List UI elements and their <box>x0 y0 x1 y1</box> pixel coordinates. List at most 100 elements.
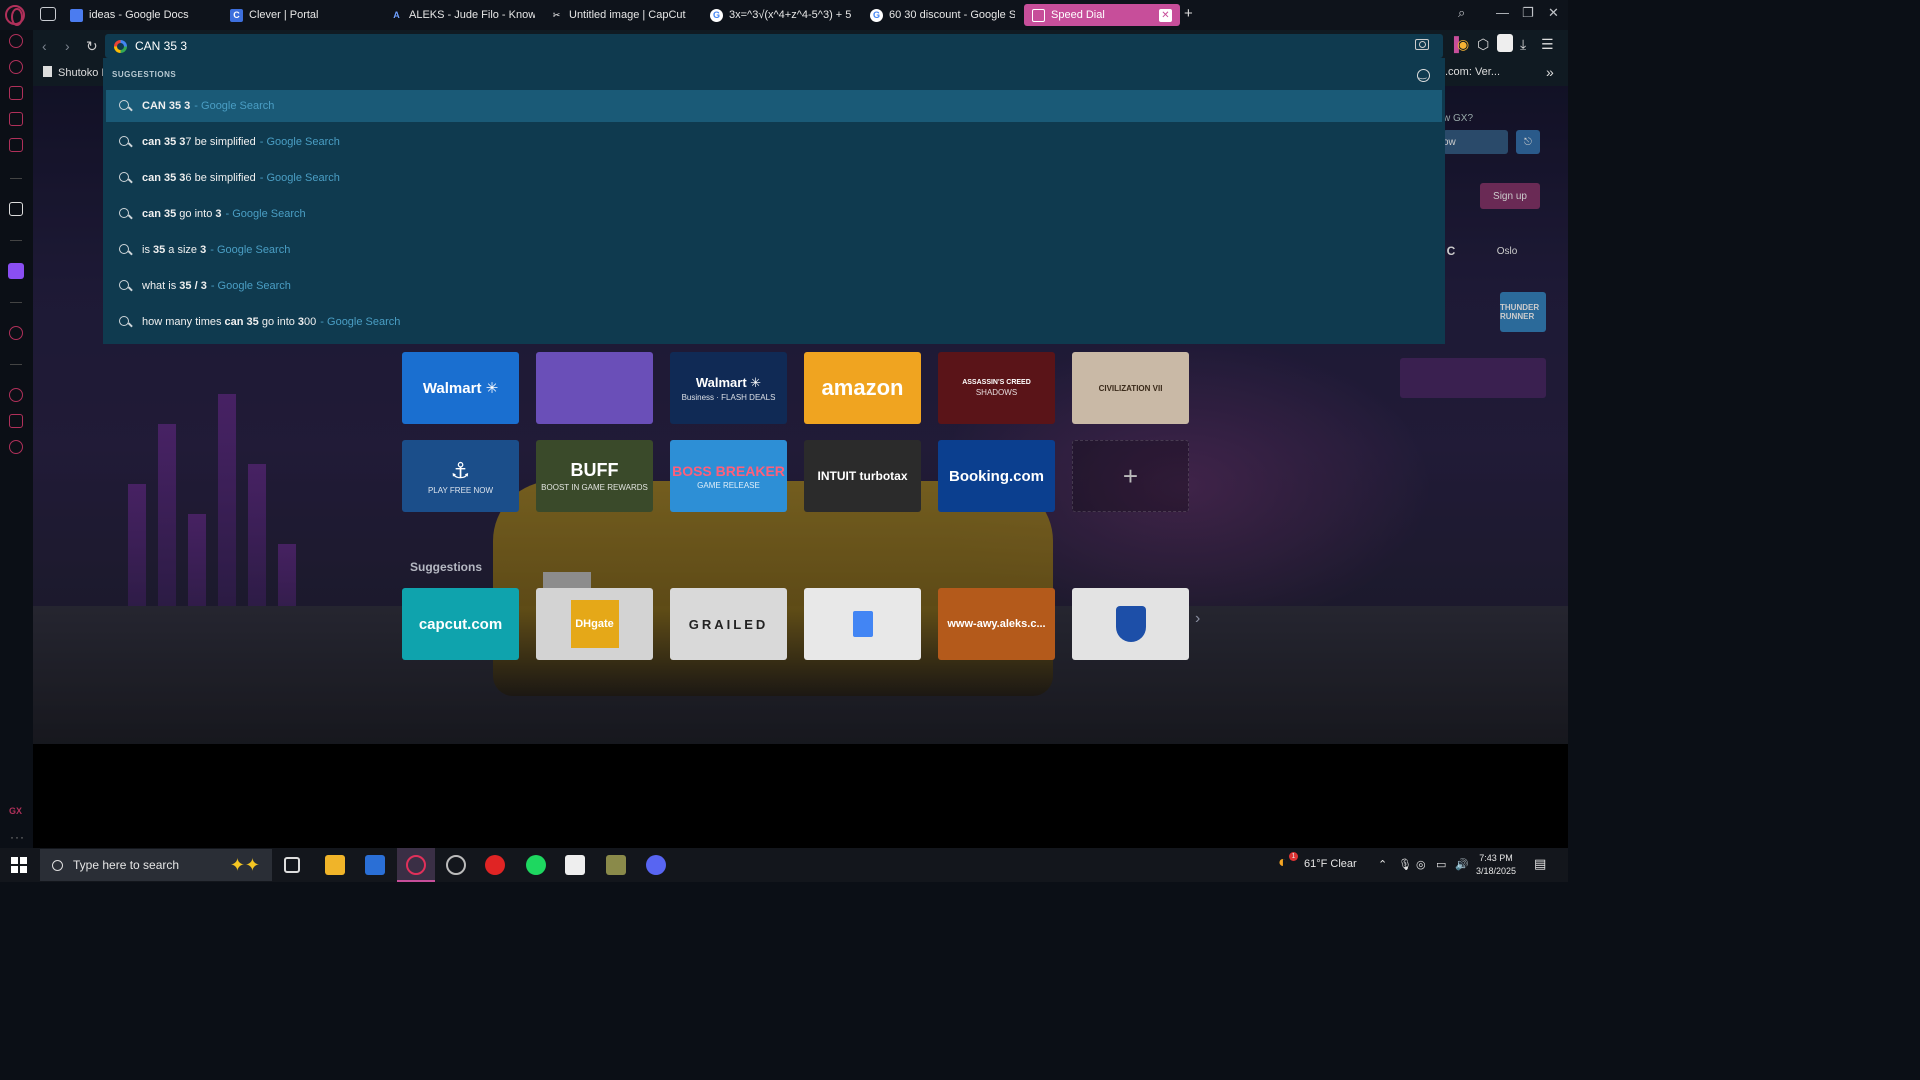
tile-amazon[interactable]: amazon <box>804 352 921 424</box>
suggestion-item[interactable]: is 35 a size 3- Google Search <box>106 234 1442 266</box>
promo-tile[interactable] <box>1400 358 1546 398</box>
minimize-icon[interactable]: — <box>1496 5 1509 20</box>
download-icon[interactable]: ⤓ <box>1520 36 1526 53</box>
tile-google-docs[interactable] <box>804 588 921 660</box>
volume-icon[interactable]: 🔊 <box>1455 858 1469 871</box>
address-bar[interactable] <box>105 34 1443 58</box>
suggestion-source: - Google Search <box>320 316 401 328</box>
taskbar-search[interactable]: Type here to search ✦✦ <box>40 849 272 881</box>
tab-speed-dial[interactable]: Speed Dial ✕ <box>1024 4 1180 26</box>
player-icon[interactable] <box>9 326 23 340</box>
thunder-runner-tile[interactable]: THUNDER RUNNER <box>1500 292 1546 332</box>
add-speed-dial-button[interactable]: + <box>1072 440 1189 512</box>
youtube-icon[interactable] <box>485 855 505 875</box>
gear-app-icon[interactable] <box>446 855 466 875</box>
suggestion-item[interactable]: how many times can 35 go into 300 - Googl… <box>106 306 1442 338</box>
tile-shield[interactable] <box>1072 588 1189 660</box>
tile-aleks[interactable]: www-awy.aleks.c... <box>938 588 1055 660</box>
tile-assassins-creed[interactable]: ASSASSIN'S CREED SHADOWS <box>938 352 1055 424</box>
webcam-icon[interactable]: ◎ <box>1416 858 1426 871</box>
arc-icon[interactable] <box>9 202 23 216</box>
extensions-icon[interactable] <box>9 414 23 428</box>
tile-grailed[interactable]: GRAILED <box>670 588 787 660</box>
menu-icon[interactable]: ☰ <box>1541 36 1554 53</box>
weather-icon[interactable]: ◐ <box>1278 854 1288 872</box>
suggestion-item[interactable]: can 35 36 be simplified - Google Search <box>106 162 1442 194</box>
tab-capcut[interactable]: ✂ Untitled image | CapCut <box>550 4 700 26</box>
back-icon[interactable]: ‹ <box>42 38 47 54</box>
spotify-icon[interactable] <box>526 855 546 875</box>
tile-booking[interactable]: Booking.com <box>938 440 1055 512</box>
new-tab-button[interactable]: + <box>1184 6 1193 21</box>
more-icon[interactable]: ··· <box>10 830 25 844</box>
forward-icon[interactable]: › <box>65 38 70 54</box>
suggestion-text: can 35 <box>142 208 177 220</box>
tile-game-cat[interactable] <box>536 352 653 424</box>
game-app-icon[interactable] <box>606 855 626 875</box>
tab-clever[interactable]: C Clever | Portal <box>230 4 370 26</box>
music-player-icon[interactable] <box>9 138 23 152</box>
tile-buff[interactable]: BUFF BOOST IN GAME REWARDS <box>536 440 653 512</box>
ext-icon[interactable]: ◉ <box>1457 36 1469 53</box>
tab-google-docs[interactable]: ideas - Google Docs <box>70 4 220 26</box>
network-icon[interactable]: ▭ <box>1436 858 1446 871</box>
reload-icon[interactable]: ↻ <box>86 38 98 55</box>
gx-control-icon[interactable] <box>9 34 23 48</box>
cube-icon[interactable]: ⬡ <box>1477 36 1489 53</box>
suggestion-item[interactable]: can 35 37 be simplified - Google Search <box>106 126 1442 158</box>
suggestion-item[interactable]: what is 35 / 3- Google Search <box>106 270 1442 302</box>
emoji-icon[interactable] <box>1417 69 1430 82</box>
windows-start-icon[interactable] <box>11 857 27 873</box>
settings-icon[interactable] <box>9 440 23 454</box>
clock[interactable]: 7:43 PM 3/18/2025 <box>1476 852 1516 878</box>
tile-civilization[interactable]: CIVILIZATION VII <box>1072 352 1189 424</box>
gx-store-icon[interactable] <box>9 86 23 100</box>
tray-up-icon[interactable]: ⌃ <box>1378 858 1387 871</box>
gx-corner-icon[interactable] <box>9 60 23 74</box>
signup-button[interactable]: Sign up <box>1480 183 1540 209</box>
store-icon[interactable] <box>365 855 385 875</box>
tab-google-equation[interactable]: G 3x=^3√(x^4+z^4-5^3) + 5 <box>710 4 855 26</box>
call-of-duty-icon[interactable] <box>565 855 585 875</box>
gx-now-button[interactable]: ow <box>1443 130 1508 154</box>
suggestion-text: 3 <box>200 244 207 256</box>
discord-icon[interactable] <box>646 855 666 875</box>
opera-gx-logo-icon[interactable] <box>5 5 25 26</box>
notifications-icon[interactable]: ▤ <box>1534 856 1546 872</box>
tile-walmart-business[interactable]: Walmart ✳ Business · FLASH DEALS <box>670 352 787 424</box>
tile-capcut[interactable]: capcut.com <box>402 588 519 660</box>
camera-icon[interactable] <box>1415 39 1429 50</box>
restore-icon[interactable]: ❐ <box>1522 5 1534 21</box>
close-window-icon[interactable]: ✕ <box>1548 5 1559 21</box>
tab-aleks[interactable]: A ALEKS - Jude Filo - Knowl <box>390 4 535 26</box>
twitch-icon[interactable] <box>8 263 24 279</box>
suggestion-item[interactable]: CAN 35 3 - Google Search <box>106 90 1442 122</box>
microphone-icon[interactable]: 🎙 <box>1398 858 1412 871</box>
task-view-icon[interactable] <box>284 857 300 873</box>
tile-turbotax[interactable]: INTUIT turbotax <box>804 440 921 512</box>
suggestion-text: 35 / 3 <box>179 280 207 292</box>
profile-avatar[interactable] <box>1497 34 1513 52</box>
tile-boss-breaker[interactable]: BOSS BREAKER GAME RELEASE <box>670 440 787 512</box>
address-input[interactable] <box>135 39 1335 53</box>
history-icon[interactable] <box>9 388 23 402</box>
tile-walmart[interactable]: Walmart ✳ <box>402 352 519 424</box>
bookmark-item[interactable]: Shutoko I <box>43 66 104 79</box>
search-icon <box>118 243 132 257</box>
tab-google-discount[interactable]: G 60 30 discount - Google S <box>870 4 1015 26</box>
share-icon[interactable]: ⎋ <box>1516 130 1540 154</box>
opera-gx-icon[interactable] <box>406 855 426 875</box>
file-explorer-icon[interactable] <box>325 855 345 875</box>
workspaces-icon[interactable] <box>40 7 56 21</box>
gx-tracker-icon[interactable] <box>9 112 23 126</box>
tile-dhgate[interactable]: DHgate <box>536 588 653 660</box>
suggestion-item[interactable]: can 35 go into 3- Google Search <box>106 198 1442 230</box>
tile-world-of-warships[interactable]: ⚓ PLAY FREE NOW <box>402 440 519 512</box>
search-tabs-icon[interactable]: ⌕ <box>1458 5 1465 21</box>
bookmark-item-right[interactable]: .com: Ver... <box>1445 66 1500 78</box>
bookmarks-overflow-icon[interactable]: » <box>1546 64 1554 80</box>
suggestions-next-icon[interactable]: › <box>1195 610 1200 628</box>
search-icon <box>118 99 132 113</box>
close-tab-icon[interactable]: ✕ <box>1159 8 1172 22</box>
weather-text[interactable]: 61°F Clear <box>1304 858 1357 870</box>
